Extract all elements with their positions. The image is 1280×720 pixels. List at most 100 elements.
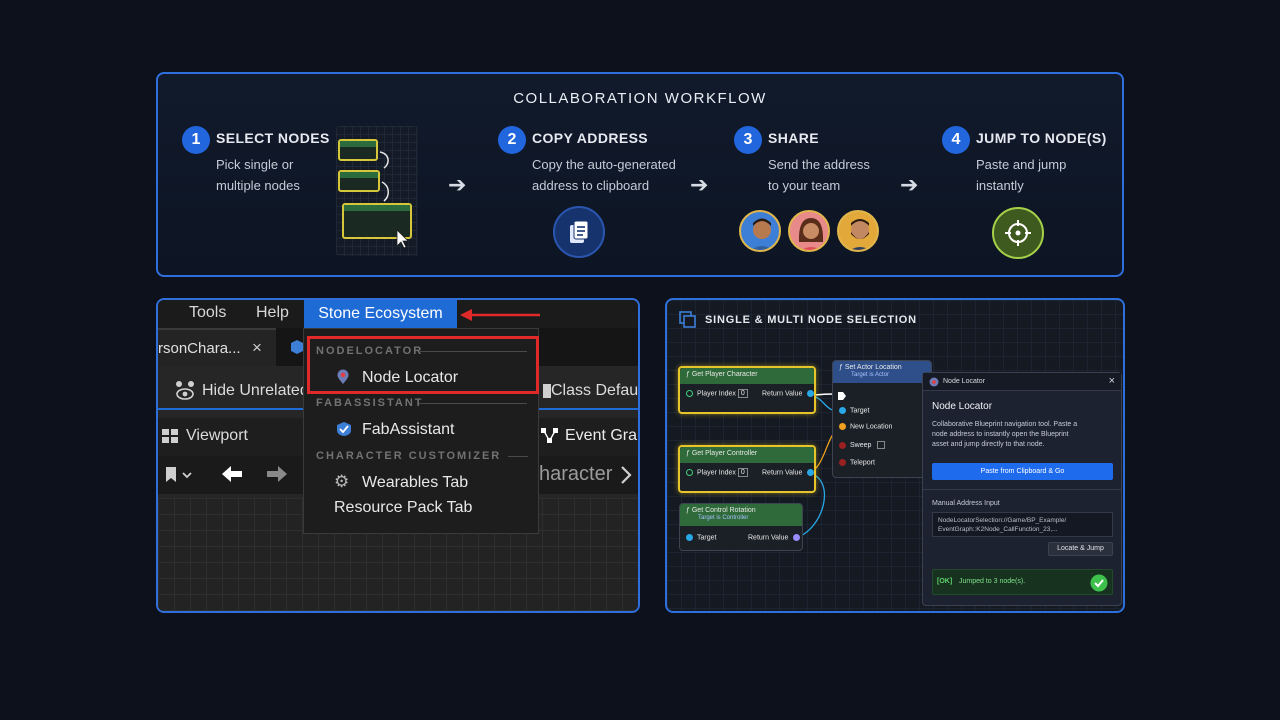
node-selection-panel: SINGLE & MULTI NODE SELECTION ƒ Get Play… (665, 298, 1125, 613)
function-icon: ƒ (686, 371, 690, 378)
pin-dot (807, 469, 815, 476)
step-number: 3 (734, 126, 762, 154)
menubar: Tools Help Stone Ecosystem (158, 300, 638, 328)
menu-stone-ecosystem[interactable]: Stone Ecosystem (304, 300, 457, 328)
pin-value[interactable]: 0 (737, 389, 748, 399)
hide-unrelated-icon (176, 381, 194, 400)
node-locator-window: Node Locator × Node Locator Collaborativ… (922, 372, 1122, 606)
blueprint-icon (291, 340, 303, 354)
editor-menu-panel: Tools Help Stone Ecosystem rsonChara... … (156, 298, 640, 613)
menu-item-resource-pack-tab[interactable]: Resource Pack Tab (334, 499, 472, 517)
window-title: Node Locator (943, 378, 986, 385)
avatar-man-icon (739, 210, 781, 252)
gear-icon: ⚙ (334, 472, 350, 491)
step-desc-line: multiple nodes (216, 178, 300, 193)
avatar-bearded-man-icon (837, 210, 879, 252)
class-defaults-button[interactable]: Class Defau (551, 382, 638, 400)
pin-label: Return Value (762, 469, 803, 477)
pin-dot (839, 441, 846, 449)
asset-tab[interactable]: rsonChara... × (158, 328, 276, 366)
pin-dot (686, 469, 693, 476)
menu-help[interactable]: Help (256, 304, 289, 322)
red-pointer-arrow-icon (460, 309, 540, 321)
step-desc-line: address to clipboard (532, 178, 650, 193)
back-arrow-icon[interactable] (220, 465, 244, 483)
node-header: ƒ Set Actor Location Target is Actor (833, 361, 931, 383)
pin-return-value[interactable]: Return Value (762, 390, 818, 397)
function-icon: ƒ (839, 364, 843, 371)
pin-dot (807, 390, 815, 397)
arrow-icon: ➔ (690, 172, 709, 197)
function-icon: ƒ (686, 507, 690, 514)
pin-target[interactable]: Target (839, 407, 869, 414)
pin-label: Player Index (697, 469, 736, 477)
arrow-icon: ➔ (900, 172, 919, 197)
pin-label: Return Value (748, 534, 789, 542)
close-icon[interactable]: × (1109, 375, 1115, 387)
step-description: Send the address to your team (768, 154, 870, 196)
step-description: Copy the auto-generated address to clipb… (532, 154, 676, 196)
viewport-tab[interactable]: Viewport (186, 427, 248, 445)
status-tag: [OK] (937, 578, 953, 585)
collaboration-workflow-panel: COLLABORATION WORKFLOW 1 SELECT NODES Pi… (156, 72, 1124, 277)
node-get-control-rotation[interactable]: ƒ Get Control Rotation Target is Control… (679, 503, 803, 551)
pin-new-location[interactable]: New Location (839, 423, 892, 430)
node-title: Get Player Controller (691, 450, 758, 457)
node-get-player-character[interactable]: ƒ Get Player Character Player Index 0 Re… (678, 366, 816, 414)
step-desc-line: to your team (768, 178, 841, 193)
window-titlebar: Node Locator × (923, 373, 1121, 391)
avatar-woman-icon (788, 210, 830, 252)
exec-pin-icon[interactable] (837, 391, 847, 401)
bookmark-dropdown-icon[interactable] (164, 466, 194, 484)
address-input[interactable]: NodeLocatorSelection://Game/BP_Example/ … (932, 512, 1113, 537)
menu-item-wearables-tab[interactable]: Wearables Tab (362, 474, 468, 492)
pin-player-index[interactable]: Player Index 0 (686, 389, 748, 399)
pin-return-value[interactable]: Return Value (762, 469, 818, 476)
pin-target[interactable]: Target (686, 534, 716, 541)
forward-arrow-icon[interactable] (265, 465, 289, 483)
pin-return-value[interactable]: Return Value (748, 534, 804, 541)
step-desc-line: Copy the auto-generated (532, 157, 676, 172)
node-title: Get Player Character (691, 371, 758, 378)
pin-sweep[interactable]: Sweep (839, 441, 886, 449)
step-desc-line: Send the address (768, 157, 870, 172)
step-number: 4 (942, 126, 970, 154)
sweep-checkbox[interactable] (877, 441, 886, 449)
step-title: JUMP TO NODE(S) (976, 130, 1107, 146)
clipboard-icon (553, 206, 605, 258)
paste-from-clipboard-button[interactable]: Paste from Clipboard & Go (932, 463, 1113, 480)
pin-label: New Location (850, 423, 893, 431)
pin-teleport[interactable]: Teleport (839, 459, 875, 466)
close-tab-icon[interactable]: × (252, 338, 262, 358)
locate-and-jump-button[interactable]: Locate & Jump (1048, 542, 1113, 556)
step-number: 1 (182, 126, 210, 154)
node-set-actor-location[interactable]: ƒ Set Actor Location Target is Actor Tar… (832, 360, 932, 478)
status-bar: [OK] Jumped to 3 node(s). (932, 569, 1113, 595)
pin-player-index[interactable]: Player Index 0 (686, 468, 748, 478)
locator-heading: Node Locator (932, 401, 993, 412)
locator-description: Collaborative Blueprint navigation tool.… (932, 420, 1077, 450)
menu-tools[interactable]: Tools (189, 304, 226, 322)
pin-dot (686, 534, 693, 541)
function-icon: ƒ (686, 450, 690, 457)
step-number: 2 (498, 126, 526, 154)
event-graph-tab[interactable]: Event Grap (565, 427, 638, 445)
menu-item-fab-assistant[interactable]: FabAssistant (334, 421, 454, 439)
step-title: SHARE (768, 130, 820, 146)
desc-line: asset and jump directly to that node. (932, 441, 1045, 448)
pin-label: Return Value (762, 390, 803, 398)
mini-graph-illustration (336, 126, 418, 256)
divider (923, 489, 1121, 490)
desc-line: Collaborative Blueprint navigation tool.… (932, 421, 1078, 428)
pin-label: Teleport (850, 459, 875, 467)
pin-dot (839, 407, 846, 414)
step-description: Paste and jump instantly (976, 154, 1066, 196)
address-line: EventGraph::K2Node_CallFunction_23,... (938, 526, 1058, 533)
node-locator-highlight-box (307, 336, 539, 394)
hide-unrelated-button[interactable]: Hide Unrelated (202, 382, 309, 400)
breadcrumb-character[interactable]: haracter (539, 463, 612, 486)
section-header-fabassistant: FABASSISTANT (316, 397, 424, 409)
pin-value[interactable]: 0 (737, 468, 748, 478)
event-graph-icon (541, 428, 558, 443)
node-get-player-controller[interactable]: ƒ Get Player Controller Player Index 0 R… (678, 445, 816, 493)
